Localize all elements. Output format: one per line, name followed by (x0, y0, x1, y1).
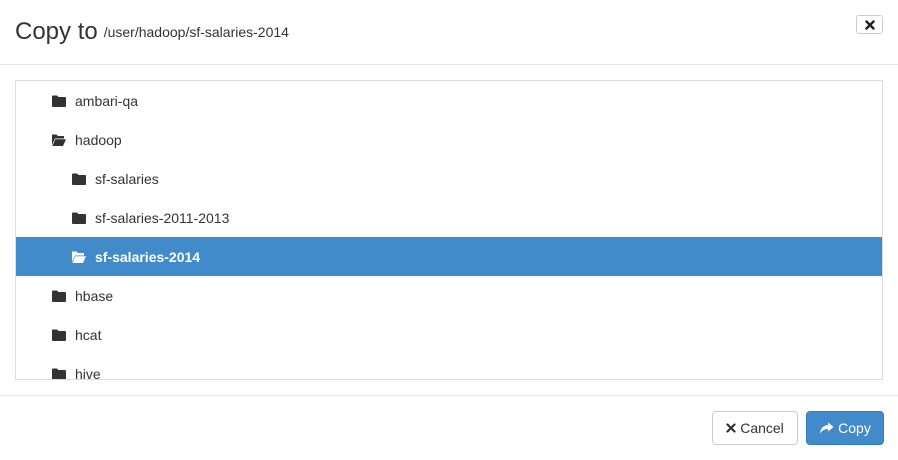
folder-tree[interactable]: ambari-qa hadoop sf-salaries sf-salaries… (15, 80, 883, 380)
folder-open-icon (52, 134, 66, 146)
tree-item-sf-salaries[interactable]: sf-salaries (16, 159, 882, 198)
tree-item-label: hbase (75, 287, 114, 304)
copy-button[interactable]: Copy (806, 411, 884, 445)
tree-item-ambari-qa[interactable]: ambari-qa (16, 81, 882, 120)
tree-item-hadoop[interactable]: hadoop (16, 120, 882, 159)
folder-closed-icon (52, 290, 66, 302)
tree-item-hbase[interactable]: hbase (16, 276, 882, 315)
folder-closed-icon (52, 329, 66, 341)
tree-item-label: hive (75, 365, 101, 380)
dialog-header: Copy to/user/hadoop/sf-salaries-2014 (0, 0, 898, 65)
dialog-title-text: Copy to (15, 18, 98, 45)
tree-item-label: ambari-qa (75, 92, 139, 109)
times-icon (726, 423, 736, 433)
dialog-footer: Cancel Copy (0, 395, 898, 460)
copy-button-label: Copy (838, 420, 871, 436)
tree-item-label: hcat (75, 326, 102, 343)
cancel-button-label: Cancel (740, 420, 784, 436)
tree-item-hcat[interactable]: hcat (16, 315, 882, 354)
cancel-button[interactable]: Cancel (712, 411, 798, 445)
tree-item-label: sf-salaries-2011-2013 (95, 209, 230, 226)
close-button[interactable] (856, 15, 883, 34)
copy-to-dialog: Copy to/user/hadoop/sf-salaries-2014 amb… (0, 0, 898, 460)
folder-closed-icon (52, 95, 66, 107)
share-arrow-icon (820, 422, 834, 434)
folder-closed-icon (72, 212, 86, 224)
destination-path: /user/hadoop/sf-salaries-2014 (103, 24, 289, 40)
tree-item-sf-salaries-2011-2013[interactable]: sf-salaries-2011-2013 (16, 198, 882, 237)
folder-closed-icon (72, 173, 86, 185)
dialog-title: Copy to/user/hadoop/sf-salaries-2014 (15, 18, 289, 46)
close-icon (864, 19, 875, 30)
tree-item-label: sf-salaries-2014 (95, 248, 201, 265)
folder-open-icon (72, 251, 86, 263)
tree-item-hive[interactable]: hive (16, 354, 882, 380)
folder-closed-icon (52, 368, 66, 379)
tree-item-sf-salaries-2014[interactable]: sf-salaries-2014 (16, 237, 882, 276)
tree-item-label: hadoop (75, 131, 122, 148)
tree-item-label: sf-salaries (95, 170, 159, 187)
